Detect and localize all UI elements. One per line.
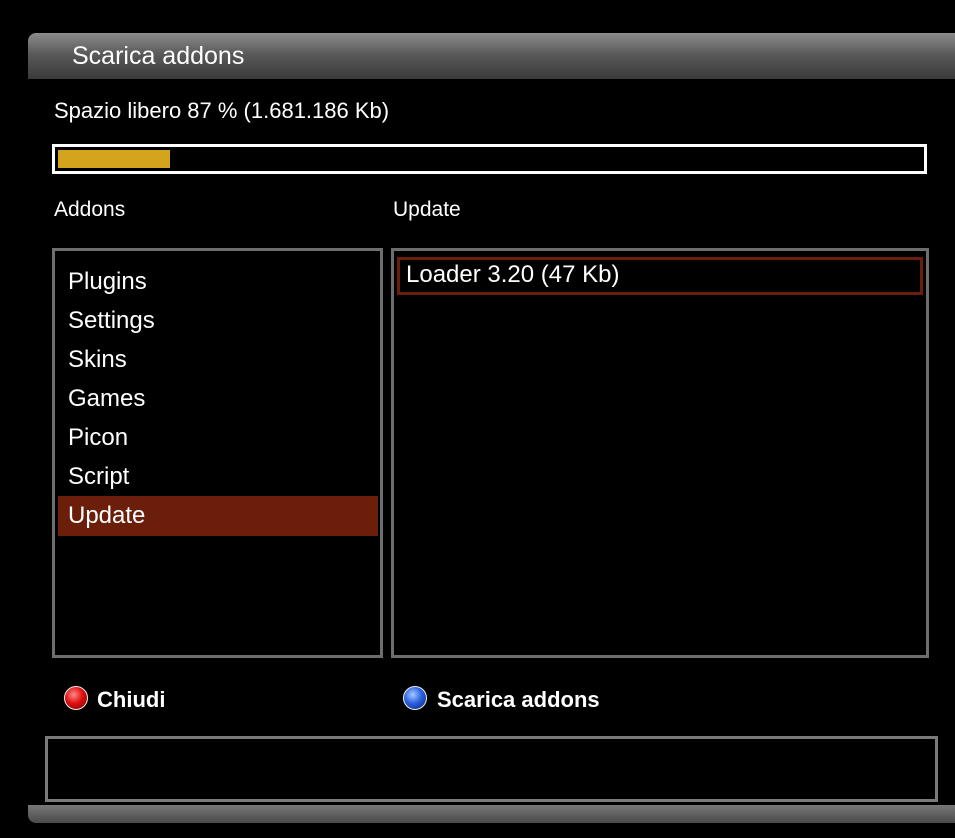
list-item-update[interactable]: Update <box>58 496 378 536</box>
package-item-loader[interactable]: Loader 3.20 (47 Kb) <box>397 257 923 295</box>
list-item-picon[interactable]: Picon <box>58 418 378 458</box>
list-item-games[interactable]: Games <box>58 379 378 419</box>
bottom-bar <box>28 805 955 823</box>
free-space-label: Spazio libero 87 % (1.681.186 Kb) <box>54 98 390 123</box>
list-item-script[interactable]: Script <box>58 457 378 497</box>
download-addons-button[interactable]: Scarica addons <box>437 687 600 713</box>
progress-bar-fill <box>58 150 170 168</box>
list-item-skins[interactable]: Skins <box>58 340 378 380</box>
addons-column-header: Addons <box>54 198 126 221</box>
list-item-plugins[interactable]: Plugins <box>58 262 378 302</box>
red-key-icon <box>64 686 88 710</box>
free-space-progress-bar <box>52 144 927 174</box>
list-item-settings[interactable]: Settings <box>58 301 378 341</box>
close-button[interactable]: Chiudi <box>97 687 165 713</box>
window-title: Scarica addons <box>72 42 245 70</box>
update-package-list: Loader 3.20 (47 Kb) <box>391 248 929 658</box>
blue-key-icon <box>403 686 427 710</box>
update-column-header: Update <box>393 198 461 221</box>
info-box <box>45 736 938 802</box>
addons-category-list: Plugins Settings Skins Games Picon Scrip… <box>52 248 383 658</box>
